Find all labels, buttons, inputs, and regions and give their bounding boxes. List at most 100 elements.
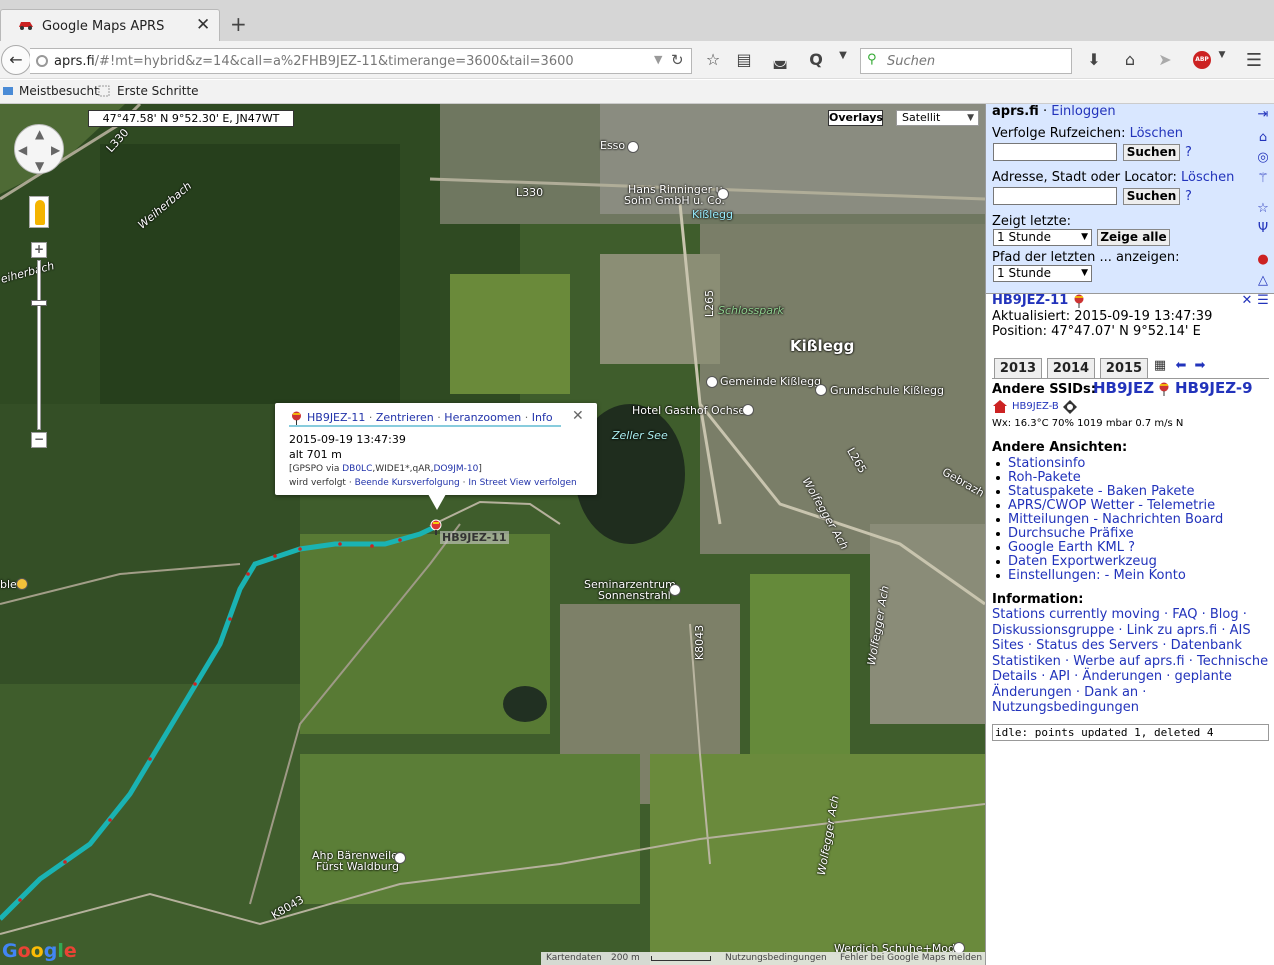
download-icon[interactable]: ⬇ [1084,50,1104,69]
view-item-kml[interactable]: Google Earth KML ? [996,540,1135,555]
view-link[interactable]: Daten Exportwerkzeug [1008,554,1157,569]
view-item-status[interactable]: Statuspakete - Baken Pakete [996,484,1194,499]
show-last-select[interactable]: 1 Stunde ▼ [993,229,1092,246]
pan-control[interactable]: ▲ ▼ ◀ ▶ [14,124,64,174]
poi-hotel-icon[interactable] [742,404,754,416]
adblock-icon[interactable]: ABP [1193,51,1211,69]
ssid-link-1[interactable]: HB9JEZ [1093,379,1154,397]
view-item-einstellungen[interactable]: Einstellungen: - Mein Konto [996,568,1186,583]
view-item-mitteilungen[interactable]: Mitteilungen - Nachrichten Board [996,512,1223,527]
callsign-help-link[interactable]: ? [1185,145,1192,160]
browser-tab[interactable]: Google Maps APRS ✕ [0,9,220,41]
tab-close-icon[interactable]: ✕ [196,15,210,35]
address-clear-link[interactable]: Löschen [1181,170,1234,185]
search-bar[interactable]: ⚲ Suchen [860,48,1072,74]
view-link[interactable]: APRS/CWOP Wetter - Telemetrie [1008,498,1215,513]
zoom-slider[interactable]: + − [31,242,47,448]
poi-ahp-icon[interactable] [394,852,406,864]
station-callsign-link[interactable]: HB9JEZ-11 [992,293,1068,308]
zoom-knob[interactable] [31,300,47,306]
new-tab-icon[interactable]: + [230,14,247,34]
antenna-icon[interactable]: Ψ [1255,221,1271,237]
home-station-icon[interactable]: ⌂ [1255,130,1271,146]
login-link[interactable]: Einloggen [1051,104,1115,119]
view-link[interactable]: Statuspakete - Baken Pakete [1008,484,1194,499]
tower-icon[interactable]: ⚚ [1255,171,1271,187]
view-link[interactable]: Google Earth KML ? [1008,540,1135,555]
poi-townhall-icon[interactable] [706,376,718,388]
view-item-praefixe[interactable]: Durchsuche Präfixe [996,526,1134,541]
popup-center-link[interactable]: Zentrieren [376,411,434,424]
pan-up-icon[interactable]: ▲ [35,127,44,141]
arrow-right-icon[interactable]: ➡ [1192,358,1208,374]
map-data-link[interactable]: Kartendaten [546,952,602,965]
info-line[interactable]: Statistiken · Werbe auf aprs.fi · Techni… [992,654,1268,669]
pan-right-icon[interactable]: ▶ [51,143,60,157]
info-line[interactable]: Details · API · Änderungen · geplante [992,669,1232,684]
map-canvas[interactable]: Esso Hans Rinninger u. Sohn GmbH u. Co. … [0,104,985,965]
url-bar[interactable]: aprs.fi/#!mt=hybrid&z=14&call=a%2FHB9JEZ… [30,48,692,74]
search-engine-icon[interactable]: ⚲ [867,52,877,67]
popup-zoom-link[interactable]: Heranzoomen [444,411,521,424]
info-line[interactable]: Diskussionsgruppe · Link zu aprs.fi · AI… [992,623,1251,638]
triangle-icon[interactable]: △ [1255,273,1271,289]
pan-left-icon[interactable]: ◀ [18,143,27,157]
year-tab-2015[interactable]: 2015 [1100,358,1148,378]
popup-info-link[interactable]: Info [532,411,553,424]
pocket-icon[interactable]: ◛ [770,50,790,69]
ssid-link-2[interactable]: HB9JEZ-9 [1175,379,1253,397]
view-item-wetter[interactable]: APRS/CWOP Wetter - Telemetrie [996,498,1215,513]
home-icon[interactable]: ⌂ [1120,50,1140,69]
map-type-select[interactable]: Satellit ▼ [896,110,979,126]
info-line[interactable]: Nutzungsbedingungen [992,700,1139,715]
callsign-input[interactable] [993,143,1117,161]
view-link[interactable]: Durchsuche Präfixe [1008,526,1134,541]
poi-seminar-icon[interactable] [669,584,681,596]
extension-dropdown-icon[interactable]: ▼ [833,50,853,61]
info-line[interactable]: Stations currently moving · FAQ · Blog · [992,607,1247,622]
poi-business-icon[interactable] [717,188,729,200]
arrow-left-icon[interactable]: ⬅ [1173,358,1189,374]
info-line[interactable]: Sites · Status des Servers · Datenbank [992,638,1242,653]
pan-down-icon[interactable]: ▼ [35,159,44,173]
report-error-link[interactable]: Fehler bei Google Maps melden [840,952,982,965]
star-icon[interactable]: ☆ [1255,201,1271,217]
zoom-track[interactable] [37,260,41,430]
terms-link[interactable]: Nutzungsbedingungen [725,952,827,965]
popup-callsign-link[interactable]: HB9JEZ-11 [307,411,365,424]
view-link[interactable]: Stationsinfo [1008,456,1085,471]
bookmark-erste-schritte[interactable]: Erste Schritte [117,84,199,98]
zoom-out-icon[interactable]: − [31,432,47,448]
popup-igate-link[interactable]: DO9JM-10 [433,464,478,474]
address-input[interactable] [993,187,1117,205]
street-view-pegman-icon[interactable] [29,196,49,228]
year-tab-2014[interactable]: 2014 [1047,358,1095,378]
site-info-icon[interactable] [36,55,48,67]
station-menu-icon[interactable]: ☰ [1255,293,1271,309]
collapse-panel-icon[interactable]: ⇥ [1255,107,1271,123]
address-help-link[interactable]: ? [1185,189,1192,204]
popup-streetview-link[interactable]: In Street View verfolgen [468,478,576,488]
wx-station-link[interactable]: HB9JEZ-B [1012,401,1059,412]
calendar-icon[interactable]: ▦ [1152,358,1168,374]
poi-restaurant-icon[interactable] [16,578,28,590]
bookmark-star-icon[interactable]: ☆ [703,50,723,69]
show-all-button[interactable]: Zeige alle [1097,229,1170,246]
bookmark-meistbesucht[interactable]: Meistbesucht [19,84,99,98]
zoom-in-icon[interactable]: + [31,242,47,258]
popup-stop-tracking-link[interactable]: Beende Kursverfolgung [355,478,460,488]
track-clear-link[interactable]: Löschen [1130,126,1183,141]
reload-icon[interactable]: ↻ [671,51,684,69]
target-icon[interactable]: ◎ [1255,150,1271,166]
year-tab-2013[interactable]: 2013 [994,358,1042,378]
address-search-button[interactable]: Suchen [1123,188,1180,205]
close-station-icon[interactable]: ✕ [1239,293,1255,309]
menu-icon[interactable]: ☰ [1244,50,1264,71]
extension-q-icon[interactable]: Q [806,50,826,69]
callsign-search-button[interactable]: Suchen [1123,144,1180,161]
popup-close-icon[interactable]: ✕ [572,408,584,424]
info-line[interactable]: Änderungen · Dank an · [992,685,1146,700]
view-item-export[interactable]: Daten Exportwerkzeug [996,554,1157,569]
view-link[interactable]: Mitteilungen - Nachrichten Board [1008,512,1223,527]
popup-digi-link[interactable]: DB0LC [342,464,372,474]
